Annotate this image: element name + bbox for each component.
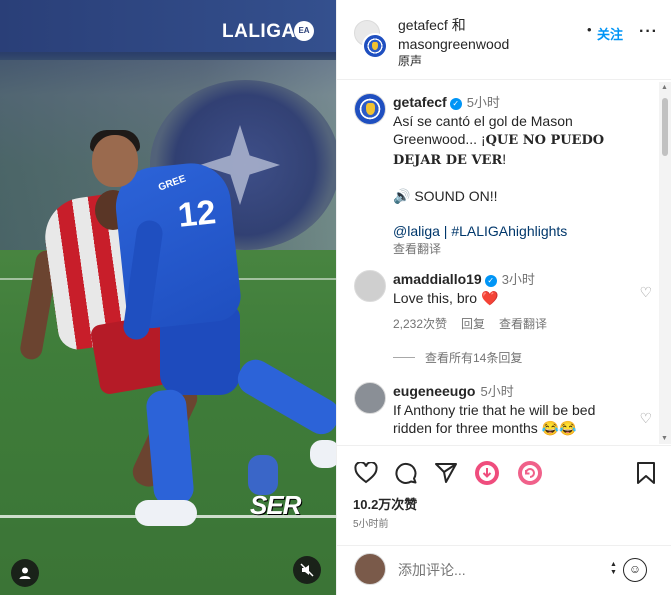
player-boot	[310, 440, 336, 468]
scrollbar[interactable]: ▲ ▼	[659, 82, 671, 444]
save-button[interactable]	[633, 460, 659, 486]
avatar[interactable]	[354, 270, 386, 302]
avatar[interactable]	[362, 33, 388, 59]
bookmark-icon	[637, 462, 655, 484]
comment-body: amaddiallo19 ✓ 3小时 Love this, bro ❤️ 2,232…	[393, 270, 628, 333]
caption-end: !	[502, 151, 507, 167]
comment-text: Love this, bro ❤️	[393, 290, 499, 306]
instagram-post-modal: 12 GREE LALIGA EA SER getafecf 和 masongr…	[0, 0, 671, 595]
comment-time: 5小时	[480, 384, 514, 399]
emoji-icon[interactable]: ☺	[623, 558, 647, 582]
jersey-number: 12	[176, 193, 218, 235]
caption-text: getafecf ✓ 5小时 Así se cantó el gol de Maso…	[393, 93, 643, 258]
scrollbar-thumb[interactable]	[662, 98, 668, 156]
send-icon	[435, 463, 457, 483]
comment-time: 3小时	[501, 272, 535, 287]
spinner-icon[interactable]: ▲ ▼	[610, 561, 617, 577]
ea-badge: EA	[294, 21, 314, 41]
broadcaster-logo: SER	[250, 490, 301, 520]
post-panel: getafecf 和 masongreenwood 原声 • 关注 ··· ge…	[336, 0, 671, 595]
download-icon	[475, 461, 499, 485]
refresh-icon	[518, 461, 542, 485]
translate-link[interactable]: 查看翻译	[499, 317, 547, 331]
comment-input[interactable]	[398, 562, 598, 578]
comment-like-icon[interactable]: ♡	[639, 284, 652, 301]
add-comment-bar: ▲▼ ☺	[337, 545, 671, 595]
comment-icon	[395, 462, 417, 484]
comment-body: eugeneeugo 5小时 If Anthony trie that he wi…	[393, 382, 628, 437]
caption-separator: |	[439, 223, 452, 239]
comment-text: If Anthony trie that he will be bed ridd…	[393, 402, 596, 436]
comment-likes[interactable]: 2,232次赞	[393, 317, 447, 331]
view-replies-label[interactable]: 查看所有14条回复	[425, 351, 522, 365]
player-boot	[248, 455, 278, 495]
share-button[interactable]	[433, 460, 459, 486]
caption-username[interactable]: getafecf	[393, 94, 447, 110]
scroll-up-icon[interactable]: ▲	[661, 84, 668, 91]
likes-count[interactable]: 10.2万次赞	[353, 494, 417, 513]
player-boot	[135, 500, 197, 526]
user-icon	[19, 567, 31, 579]
avatar[interactable]	[354, 93, 386, 125]
reply-button[interactable]: 回复	[461, 317, 485, 331]
caption-time: 5小时	[466, 95, 500, 110]
separator-dot: •	[587, 22, 592, 37]
post-authors: getafecf 和 masongreenwood	[398, 16, 509, 54]
post-header: getafecf 和 masongreenwood 原声 • 关注 ···	[337, 0, 671, 80]
hashtag-link[interactable]: #LALIGAhighlights	[451, 223, 567, 239]
mute-button[interactable]	[293, 556, 321, 584]
comment-username[interactable]: eugeneeugo	[393, 383, 475, 399]
tagged-user-button[interactable]	[11, 559, 39, 587]
caption-sound: 🔊 SOUND ON!!	[393, 188, 498, 204]
video-player[interactable]: 12 GREE LALIGA EA SER	[0, 0, 336, 595]
caption-translate[interactable]: 查看翻译	[393, 240, 643, 258]
action-bar: 10.2万次赞 5小时前	[337, 445, 671, 545]
avatar	[354, 553, 386, 585]
author-line-1[interactable]: getafecf 和	[398, 16, 509, 35]
verified-icon: ✓	[484, 275, 497, 287]
reply-line	[393, 357, 415, 358]
comments-scroll[interactable]: getafecf ✓ 5小时 Así se cantó el gol de Maso…	[337, 81, 671, 445]
laliga-watermark: LALIGA	[222, 21, 296, 42]
speaker-muted-icon	[300, 563, 314, 577]
comment-like-icon[interactable]: ♡	[639, 410, 652, 427]
remix-button[interactable]	[517, 460, 543, 486]
mention-link[interactable]: @laliga	[393, 223, 440, 239]
comment-username[interactable]: amaddiallo19	[393, 271, 482, 287]
download-button[interactable]	[474, 460, 500, 486]
avatar[interactable]	[354, 382, 386, 414]
more-options-icon[interactable]: ···	[639, 23, 658, 41]
audio-link[interactable]: 原声	[398, 52, 422, 69]
post-date: 5小时前	[353, 519, 389, 530]
verified-icon: ✓	[449, 98, 462, 110]
player-head	[92, 135, 138, 187]
scroll-down-icon[interactable]: ▼	[661, 435, 668, 442]
comment-button[interactable]	[393, 460, 419, 486]
view-replies[interactable]: 查看所有14条回复	[393, 349, 522, 366]
follow-button[interactable]: 关注	[597, 24, 623, 43]
